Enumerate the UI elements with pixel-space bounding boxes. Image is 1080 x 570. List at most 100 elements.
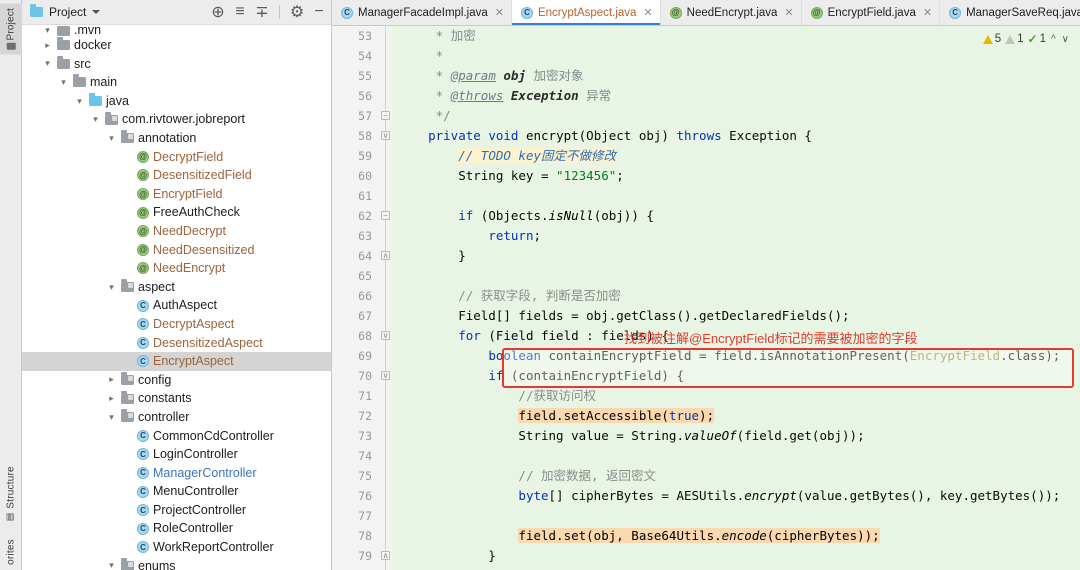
- code-line[interactable]: */: [392, 106, 1080, 126]
- weak-warning-count-group[interactable]: 1: [1005, 33, 1024, 45]
- tree-item-enums[interactable]: ▾ enums: [22, 557, 331, 570]
- tool-window-button-project[interactable]: Project: [0, 4, 22, 55]
- code-line[interactable]: return;: [392, 226, 1080, 246]
- chevron-down-icon[interactable]: ▾: [42, 26, 53, 36]
- settings-gear-icon[interactable]: ⚙: [289, 4, 305, 21]
- tree-item-com-rivtower-jobreport[interactable]: ▾ com.rivtower.jobreport: [22, 110, 331, 129]
- chevron-up-icon[interactable]: ^: [1050, 34, 1057, 45]
- tree-item-needencrypt[interactable]: NeedEncrypt: [22, 259, 331, 278]
- warning-count-group[interactable]: 5: [982, 33, 1001, 45]
- chevron-right-icon[interactable]: ▸: [106, 374, 117, 385]
- tree-item-commoncdcontroller[interactable]: CommonCdController: [22, 426, 331, 445]
- code-line[interactable]: String key = "123456";: [392, 166, 1080, 186]
- code-line[interactable]: [392, 506, 1080, 526]
- tree-item-rolecontroller[interactable]: RoleController: [22, 519, 331, 538]
- code-line[interactable]: boolean containEncryptField = field.isAn…: [392, 346, 1080, 366]
- tree-item-src[interactable]: ▾ src: [22, 55, 331, 74]
- close-icon[interactable]: ✕: [923, 6, 932, 19]
- code-fold-marker[interactable]: −: [381, 211, 390, 220]
- chevron-right-icon[interactable]: ▸: [42, 40, 53, 51]
- chevron-down-icon[interactable]: ▾: [90, 114, 101, 125]
- close-icon[interactable]: ✕: [495, 6, 504, 19]
- tree-item-menucontroller[interactable]: MenuController: [22, 482, 331, 501]
- code-line[interactable]: [392, 186, 1080, 206]
- tree-item-freeauthcheck[interactable]: FreeAuthCheck: [22, 203, 331, 222]
- chevron-down-icon[interactable]: ▾: [106, 412, 117, 423]
- code-line[interactable]: if (containEncryptField) {: [392, 366, 1080, 386]
- tree-item-config[interactable]: ▸ config: [22, 371, 331, 390]
- tree-item-desensitizedaspect[interactable]: DesensitizedAspect: [22, 334, 331, 353]
- tree-item-encryptaspect[interactable]: EncryptAspect: [22, 352, 331, 371]
- code-line[interactable]: // 获取字段, 判断是否加密: [392, 286, 1080, 306]
- tree-item-managercontroller[interactable]: ManagerController: [22, 464, 331, 483]
- expand-all-icon[interactable]: ≡: [232, 3, 248, 20]
- chevron-down-icon[interactable]: ▾: [58, 77, 69, 88]
- tree-item-workreportcontroller[interactable]: WorkReportController: [22, 538, 331, 557]
- chevron-down-icon[interactable]: ▾: [74, 96, 85, 107]
- tree-item-projectcontroller[interactable]: ProjectController: [22, 501, 331, 520]
- tree-item-encryptfield[interactable]: EncryptField: [22, 185, 331, 204]
- code-fold-marker[interactable]: ∨: [381, 131, 390, 140]
- chevron-right-icon[interactable]: ▸: [106, 393, 117, 404]
- tree-item-logincontroller[interactable]: LoginController: [22, 445, 331, 464]
- tool-window-button-orites[interactable]: ■orites: [0, 535, 22, 570]
- close-icon[interactable]: ✕: [784, 6, 793, 19]
- tree-item-authaspect[interactable]: AuthAspect: [22, 296, 331, 315]
- code-fold-marker[interactable]: −: [381, 111, 390, 120]
- tree-item-java[interactable]: ▾ java: [22, 92, 331, 111]
- inspection-widget[interactable]: 5 1 ✓ 1 ^ ∨: [982, 32, 1070, 46]
- code-text[interactable]: * 加密 * * @param obj 加密对象 * @throws Excep…: [392, 26, 1080, 570]
- tree-item-desensitizedfield[interactable]: DesensitizedField: [22, 166, 331, 185]
- code-line[interactable]: *: [392, 46, 1080, 66]
- code-line[interactable]: Field[] fields = obj.getClass().getDecla…: [392, 306, 1080, 326]
- tree-item-decryptaspect[interactable]: DecryptAspect: [22, 315, 331, 334]
- chevron-down-icon[interactable]: ▾: [106, 282, 117, 293]
- locate-icon[interactable]: ⊕: [210, 4, 226, 21]
- project-tree[interactable]: ▾ .mvn ▸ docker ▾ src ▾ main ▾ java ▾ com.rivtower.…: [22, 25, 331, 570]
- tree-item-controller[interactable]: ▾ controller: [22, 408, 331, 427]
- code-fold-marker[interactable]: ∧: [381, 251, 390, 260]
- code-line[interactable]: // 加密数据, 返回密文: [392, 466, 1080, 486]
- tree-item-docker[interactable]: ▸ docker: [22, 36, 331, 55]
- code-line[interactable]: field.setAccessible(true);: [392, 406, 1080, 426]
- code-line[interactable]: if (Objects.isNull(obj)) {: [392, 206, 1080, 226]
- hide-icon[interactable]: −: [311, 3, 327, 20]
- code-line[interactable]: }: [392, 246, 1080, 266]
- code-line[interactable]: String value = String.valueOf(field.get(…: [392, 426, 1080, 446]
- tree-item--mvn[interactable]: ▾ .mvn: [22, 26, 331, 36]
- editor-tab-managerfacadeimpl-java[interactable]: ManagerFacadeImpl.java ✕: [332, 0, 512, 25]
- code-line[interactable]: * @throws Exception 异常: [392, 86, 1080, 106]
- tree-item-decryptfield[interactable]: DecryptField: [22, 148, 331, 167]
- editor-tab-needencrypt-java[interactable]: NeedEncrypt.java ✕: [661, 0, 802, 25]
- editor-tab-encryptaspect-java[interactable]: EncryptAspect.java ✕: [511, 0, 661, 25]
- chevron-down-icon[interactable]: [92, 10, 101, 14]
- chevron-down-icon[interactable]: ∨: [1061, 34, 1070, 45]
- code-line[interactable]: }: [392, 546, 1080, 566]
- code-folding-strip[interactable]: − ∨ − ∧ ∨ ∨ ∧: [380, 26, 392, 570]
- code-line[interactable]: [392, 446, 1080, 466]
- code-fold-marker[interactable]: ∧: [381, 551, 390, 560]
- tree-item-aspect[interactable]: ▾ aspect: [22, 278, 331, 297]
- code-line[interactable]: byte[] cipherBytes = AESUtils.encrypt(va…: [392, 486, 1080, 506]
- chevron-down-icon[interactable]: ▾: [106, 560, 117, 570]
- chevron-down-icon[interactable]: ▾: [106, 133, 117, 144]
- code-line[interactable]: //获取访问权: [392, 386, 1080, 406]
- tree-item-needdecrypt[interactable]: NeedDecrypt: [22, 222, 331, 241]
- code-line[interactable]: field.set(obj, Base64Utils.encode(cipher…: [392, 526, 1080, 546]
- code-line[interactable]: private void encrypt(Object obj) throws …: [392, 126, 1080, 146]
- chevron-down-icon[interactable]: ▾: [42, 58, 53, 69]
- tree-item-constants[interactable]: ▸ constants: [22, 389, 331, 408]
- editor-tab-encryptfield-java[interactable]: EncryptField.java ✕: [802, 0, 941, 25]
- check-count-group[interactable]: ✓ 1: [1028, 32, 1046, 46]
- tree-item-annotation[interactable]: ▾ annotation: [22, 129, 331, 148]
- code-fold-marker[interactable]: ∨: [381, 371, 390, 380]
- code-fold-marker[interactable]: ∨: [381, 331, 390, 340]
- code-line[interactable]: * 加密: [392, 26, 1080, 46]
- editor-tab-managersavereq-java[interactable]: ManagerSaveReq.java✕: [940, 0, 1080, 25]
- tree-item-needdesensitized[interactable]: NeedDesensitized: [22, 241, 331, 260]
- code-line[interactable]: [392, 266, 1080, 286]
- collapse-all-icon[interactable]: ∓: [254, 4, 270, 21]
- tree-item-main[interactable]: ▾ main: [22, 73, 331, 92]
- close-icon[interactable]: ✕: [643, 6, 652, 19]
- code-line[interactable]: * @param obj 加密对象: [392, 66, 1080, 86]
